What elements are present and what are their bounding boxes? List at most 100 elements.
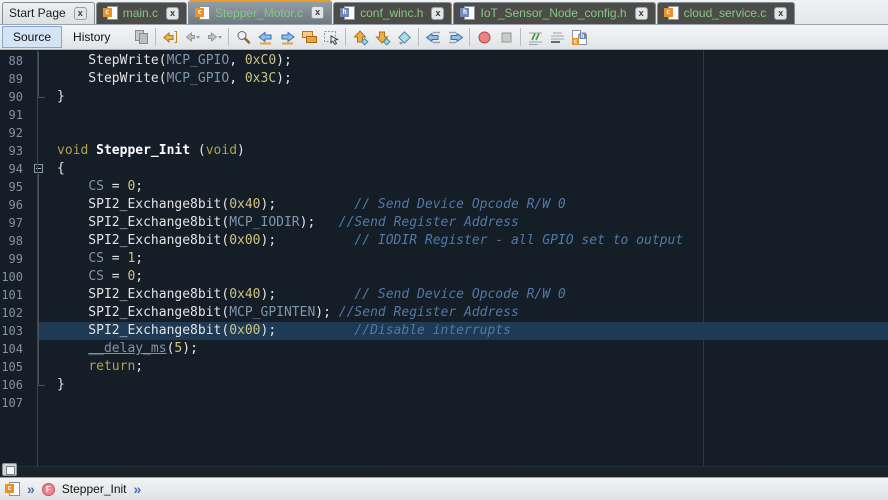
toggle-bookmark-button[interactable]	[393, 26, 415, 48]
tab-main-c[interactable]: cmain.cx	[96, 2, 187, 24]
line-number[interactable]: 102	[0, 304, 30, 322]
editor-toolbar: Source History hc	[0, 25, 888, 50]
tab-cloud-service-c[interactable]: ccloud_service.cx	[657, 2, 796, 24]
tab-stepper-motor-c[interactable]: cStepper_Motor.cx	[188, 0, 332, 24]
navigate-back-button[interactable]	[181, 26, 203, 48]
last-edit-position-button[interactable]	[159, 26, 181, 48]
line-number[interactable]: 93	[0, 142, 30, 160]
line-number[interactable]: 99	[0, 250, 30, 268]
code-editor[interactable]: 88 StepWrite(MCP_GPIO, 0xC0);89 StepWrit…	[0, 50, 888, 477]
code-line-104[interactable]: 104 __delay_ms(5);	[0, 340, 888, 358]
code-text	[51, 106, 888, 124]
last-edit-position-icon	[162, 29, 179, 46]
close-tab-icon[interactable]: x	[635, 7, 648, 20]
uncomment-icon	[549, 29, 566, 46]
find-next-occurrence-button[interactable]	[276, 26, 298, 48]
chevron-right-icon: »	[27, 482, 35, 496]
line-number[interactable]: 96	[0, 196, 30, 214]
code-line-92[interactable]: 92	[0, 124, 888, 142]
code-line-105[interactable]: 105 return;	[0, 358, 888, 376]
tab-label: cloud_service.c	[684, 6, 767, 20]
fold-end-marker	[30, 376, 51, 394]
tab-start-page[interactable]: Start Pagex	[2, 2, 95, 24]
line-number[interactable]: 105	[0, 358, 30, 376]
code-line-98[interactable]: 98 SPI2_Exchange8bit(0x00); // IODIR Reg…	[0, 232, 888, 250]
line-number[interactable]: 94	[0, 160, 30, 178]
previous-bookmark-button[interactable]	[349, 26, 371, 48]
find-previous-occurrence-button[interactable]	[254, 26, 276, 48]
shift-line-right-button[interactable]	[444, 26, 466, 48]
code-line-99[interactable]: 99 CS = 1;	[0, 250, 888, 268]
toggle-header-source-button[interactable]: hc	[568, 26, 590, 48]
line-number[interactable]: 100	[0, 268, 30, 286]
horizontal-scrollbar[interactable]	[0, 466, 888, 477]
tab-iot-sensor-node-config-h[interactable]: hIoT_Sensor_Node_config.hx	[453, 2, 655, 24]
code-lines: 88 StepWrite(MCP_GPIO, 0xC0);89 StepWrit…	[0, 52, 888, 412]
line-number[interactable]: 98	[0, 232, 30, 250]
code-text: {	[51, 160, 888, 178]
close-tab-icon[interactable]: x	[431, 7, 444, 20]
code-line-107[interactable]: 107	[0, 394, 888, 412]
navigate-forward-button[interactable]	[203, 26, 225, 48]
next-bookmark-button[interactable]	[371, 26, 393, 48]
code-line-91[interactable]: 91	[0, 106, 888, 124]
history-view-button[interactable]: History	[62, 26, 121, 48]
compare-document-button[interactable]	[130, 26, 152, 48]
editor-corner-icon[interactable]	[2, 463, 17, 476]
code-line-100[interactable]: 100 CS = 0;	[0, 268, 888, 286]
start-macro-recording-button[interactable]	[473, 26, 495, 48]
code-line-89[interactable]: 89 StepWrite(MCP_GPIO, 0x3C);	[0, 70, 888, 88]
line-number[interactable]: 92	[0, 124, 30, 142]
code-line-97[interactable]: 97 SPI2_Exchange8bit(MCP_IODIR); //Send …	[0, 214, 888, 232]
fold-box-marker	[30, 160, 51, 178]
fold-mid-marker	[30, 322, 51, 340]
tab-bar: Start Pagexcmain.cxcStepper_Motor.cxhcon…	[0, 0, 888, 25]
fold-mid-marker	[30, 70, 51, 88]
uncomment-button[interactable]	[546, 26, 568, 48]
code-line-96[interactable]: 96 SPI2_Exchange8bit(0x40); // Send Devi…	[0, 196, 888, 214]
stop-macro-recording-button[interactable]	[495, 26, 517, 48]
line-number[interactable]: 90	[0, 88, 30, 106]
find-previous-occurrence-icon	[257, 29, 274, 46]
toggle-rectangular-selection-button[interactable]	[320, 26, 342, 48]
code-line-102[interactable]: 102 SPI2_Exchange8bit(MCP_GPINTEN); //Se…	[0, 304, 888, 322]
comment-button[interactable]	[524, 26, 546, 48]
line-number[interactable]: 106	[0, 376, 30, 394]
shift-line-left-button[interactable]	[422, 26, 444, 48]
find-button[interactable]	[232, 26, 254, 48]
line-number[interactable]: 103	[0, 322, 30, 340]
close-tab-icon[interactable]: x	[166, 7, 179, 20]
fold-mid-marker	[30, 178, 51, 196]
line-number[interactable]: 91	[0, 106, 30, 124]
code-line-95[interactable]: 95 CS = 0;	[0, 178, 888, 196]
line-number[interactable]: 101	[0, 286, 30, 304]
code-line-93[interactable]: 93void Stepper_Init (void)	[0, 142, 888, 160]
breadcrumb-function-name[interactable]: Stepper_Init	[62, 482, 127, 496]
code-text: SPI2_Exchange8bit(MCP_GPINTEN); //Send R…	[51, 304, 888, 322]
code-line-103[interactable]: 103 SPI2_Exchange8bit(0x00); //Disable i…	[0, 322, 888, 340]
toggle-highlight-search-button[interactable]	[298, 26, 320, 48]
toolbar-separator	[345, 28, 346, 46]
close-tab-icon[interactable]: x	[311, 6, 324, 19]
code-line-90[interactable]: 90}	[0, 88, 888, 106]
line-number[interactable]: 95	[0, 178, 30, 196]
shift-line-left-icon	[425, 29, 442, 46]
line-number[interactable]: 104	[0, 340, 30, 358]
navigate-forward-icon	[206, 29, 223, 46]
close-tab-icon[interactable]: x	[74, 7, 87, 20]
code-line-88[interactable]: 88 StepWrite(MCP_GPIO, 0xC0);	[0, 52, 888, 70]
fold-margin	[30, 124, 51, 142]
close-tab-icon[interactable]: x	[774, 7, 787, 20]
fold-mid-marker	[30, 232, 51, 250]
source-view-button[interactable]: Source	[2, 26, 62, 48]
line-number[interactable]: 88	[0, 52, 30, 70]
find-next-occurrence-icon	[279, 29, 296, 46]
line-number[interactable]: 89	[0, 70, 30, 88]
code-line-94[interactable]: 94 {	[0, 160, 888, 178]
line-number[interactable]: 97	[0, 214, 30, 232]
collapse-fold-icon[interactable]	[34, 164, 43, 173]
code-line-101[interactable]: 101 SPI2_Exchange8bit(0x40); // Send Dev…	[0, 286, 888, 304]
code-line-106[interactable]: 106}	[0, 376, 888, 394]
tab-conf-winc-h[interactable]: hconf_winc.hx	[333, 2, 452, 24]
line-number[interactable]: 107	[0, 394, 30, 412]
